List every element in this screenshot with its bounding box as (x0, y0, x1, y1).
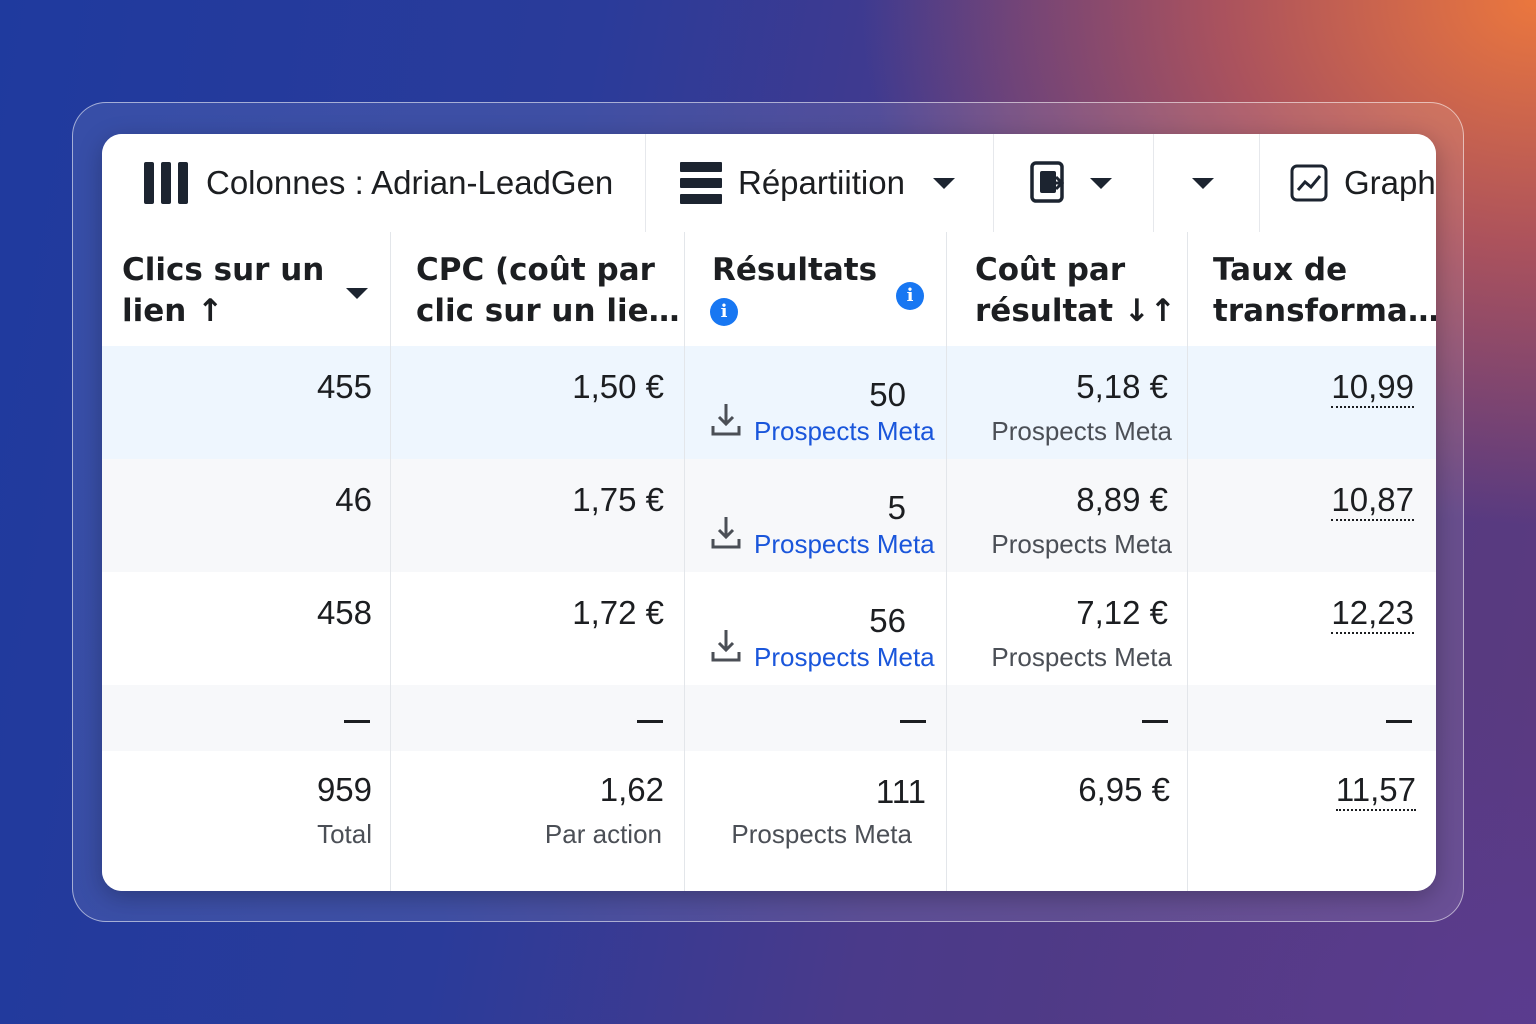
rate-value: 10,99 (1331, 368, 1414, 408)
cpc-value: 1,75 € (572, 481, 664, 518)
empty-value-dash (344, 720, 370, 723)
clicks-value: 458 (316, 594, 372, 631)
column-divider (684, 232, 685, 891)
empty-value-dash (1386, 720, 1412, 723)
clicks-value: 46 (335, 481, 372, 518)
chevron-down-icon (932, 177, 955, 189)
chevron-down-icon (1192, 177, 1214, 189)
cpc-value: 1,72 € (572, 594, 664, 631)
toolbar: Colonnes : Adrian-LeadGen Répartiition G… (102, 134, 1436, 233)
cost-type: Prospects Meta (991, 642, 1172, 672)
header-label-line1: CPC (coût par (416, 252, 655, 288)
header-label-line2: transforma… (1213, 293, 1436, 329)
line-chart-icon (1290, 164, 1328, 202)
rate-value: 12,23 (1331, 594, 1414, 634)
breakdown-icon (680, 162, 722, 204)
breakdown-button[interactable]: Répartiition (646, 134, 994, 232)
download-icon (711, 517, 741, 549)
cost-value: 7,12 € (1076, 594, 1168, 631)
total-cpc-label: Par action (544, 819, 662, 849)
columns-icon (144, 162, 188, 204)
header-label-line1: Coût par (975, 252, 1126, 288)
column-divider (1187, 232, 1188, 891)
header-label-line2: résultat ↓↑ (975, 293, 1176, 329)
rate-value: 10,87 (1331, 481, 1414, 521)
ads-table-panel: Colonnes : Adrian-LeadGen Répartiition G… (102, 134, 1436, 891)
chart-button[interactable]: Graph (1260, 134, 1436, 232)
totals-row: 959 Total 1,62 Par action 111 Prospects … (102, 751, 1436, 891)
header-label-line2: lien ↑ (122, 293, 224, 329)
columns-button[interactable]: Colonnes : Adrian-LeadGen (102, 134, 646, 232)
cost-type: Prospects Meta (991, 529, 1172, 559)
empty-value-dash (900, 720, 926, 723)
export-button[interactable] (994, 134, 1154, 232)
header-cost-per-result[interactable]: Coût par résultat ↓↑ (975, 250, 1195, 332)
empty-value-dash (637, 720, 663, 723)
download-icon (711, 630, 741, 662)
header-conversion-rate[interactable]: Taux de transforma… (1213, 250, 1436, 332)
table-row[interactable]: 455 1,50 € 50 Prospects Meta 5,18 € Pros… (102, 346, 1436, 459)
results-value: 5 (887, 489, 906, 526)
total-cost-value: 6,95 € (1078, 771, 1170, 808)
cost-value: 5,18 € (1076, 368, 1168, 405)
info-icon[interactable]: i (710, 298, 738, 326)
empty-row (102, 685, 1436, 751)
cpc-value: 1,50 € (572, 368, 664, 405)
cost-type: Prospects Meta (991, 416, 1172, 446)
results-value: 50 (869, 376, 906, 413)
header-results[interactable]: Résultats i i (710, 250, 942, 340)
sort-dropdown-icon[interactable] (346, 288, 368, 299)
download-icon (711, 404, 741, 436)
total-rate-value: 11,57 (1335, 771, 1416, 811)
results-value: 56 (869, 602, 906, 639)
table-row[interactable]: 458 1,72 € 56 Prospects Meta 7,12 € Pros… (102, 572, 1436, 685)
header-label-line2: clic sur un lie… (416, 293, 680, 329)
results-type-link[interactable]: Prospects Meta (754, 416, 935, 447)
empty-value-dash (1142, 720, 1168, 723)
columns-label: Colonnes : Adrian-LeadGen (206, 164, 614, 201)
chart-label: Graph (1344, 164, 1436, 201)
total-cpc-value: 1,62 (599, 771, 664, 808)
export-report-icon (1030, 161, 1065, 203)
info-icon[interactable]: i (896, 282, 924, 310)
more-dropdown-button[interactable] (1154, 134, 1260, 232)
header-label-line1: Taux de (1213, 252, 1348, 288)
breakdown-label: Répartiition (738, 164, 905, 201)
table-row[interactable]: 46 1,75 € 5 Prospects Meta 8,89 € Prospe… (102, 459, 1436, 572)
table-header: Clics sur un lien ↑ CPC (coût par clic s… (102, 232, 1436, 346)
chevron-down-icon (1090, 177, 1112, 189)
total-results-label: Prospects Meta (731, 819, 912, 849)
column-divider (390, 232, 391, 891)
header-label-line1: Clics sur un (122, 252, 325, 288)
total-clicks-value: 959 (316, 771, 372, 808)
header-cpc[interactable]: CPC (coût par clic sur un lie… (416, 250, 686, 332)
results-type-link[interactable]: Prospects Meta (754, 642, 935, 673)
total-results-value: 111 (875, 773, 926, 810)
cost-value: 8,89 € (1076, 481, 1168, 518)
total-clicks-label: Total (317, 819, 372, 849)
clicks-value: 455 (316, 368, 372, 405)
header-link-clicks[interactable]: Clics sur un lien ↑ (122, 250, 382, 332)
results-type-link[interactable]: Prospects Meta (754, 529, 935, 560)
column-divider (946, 232, 947, 891)
